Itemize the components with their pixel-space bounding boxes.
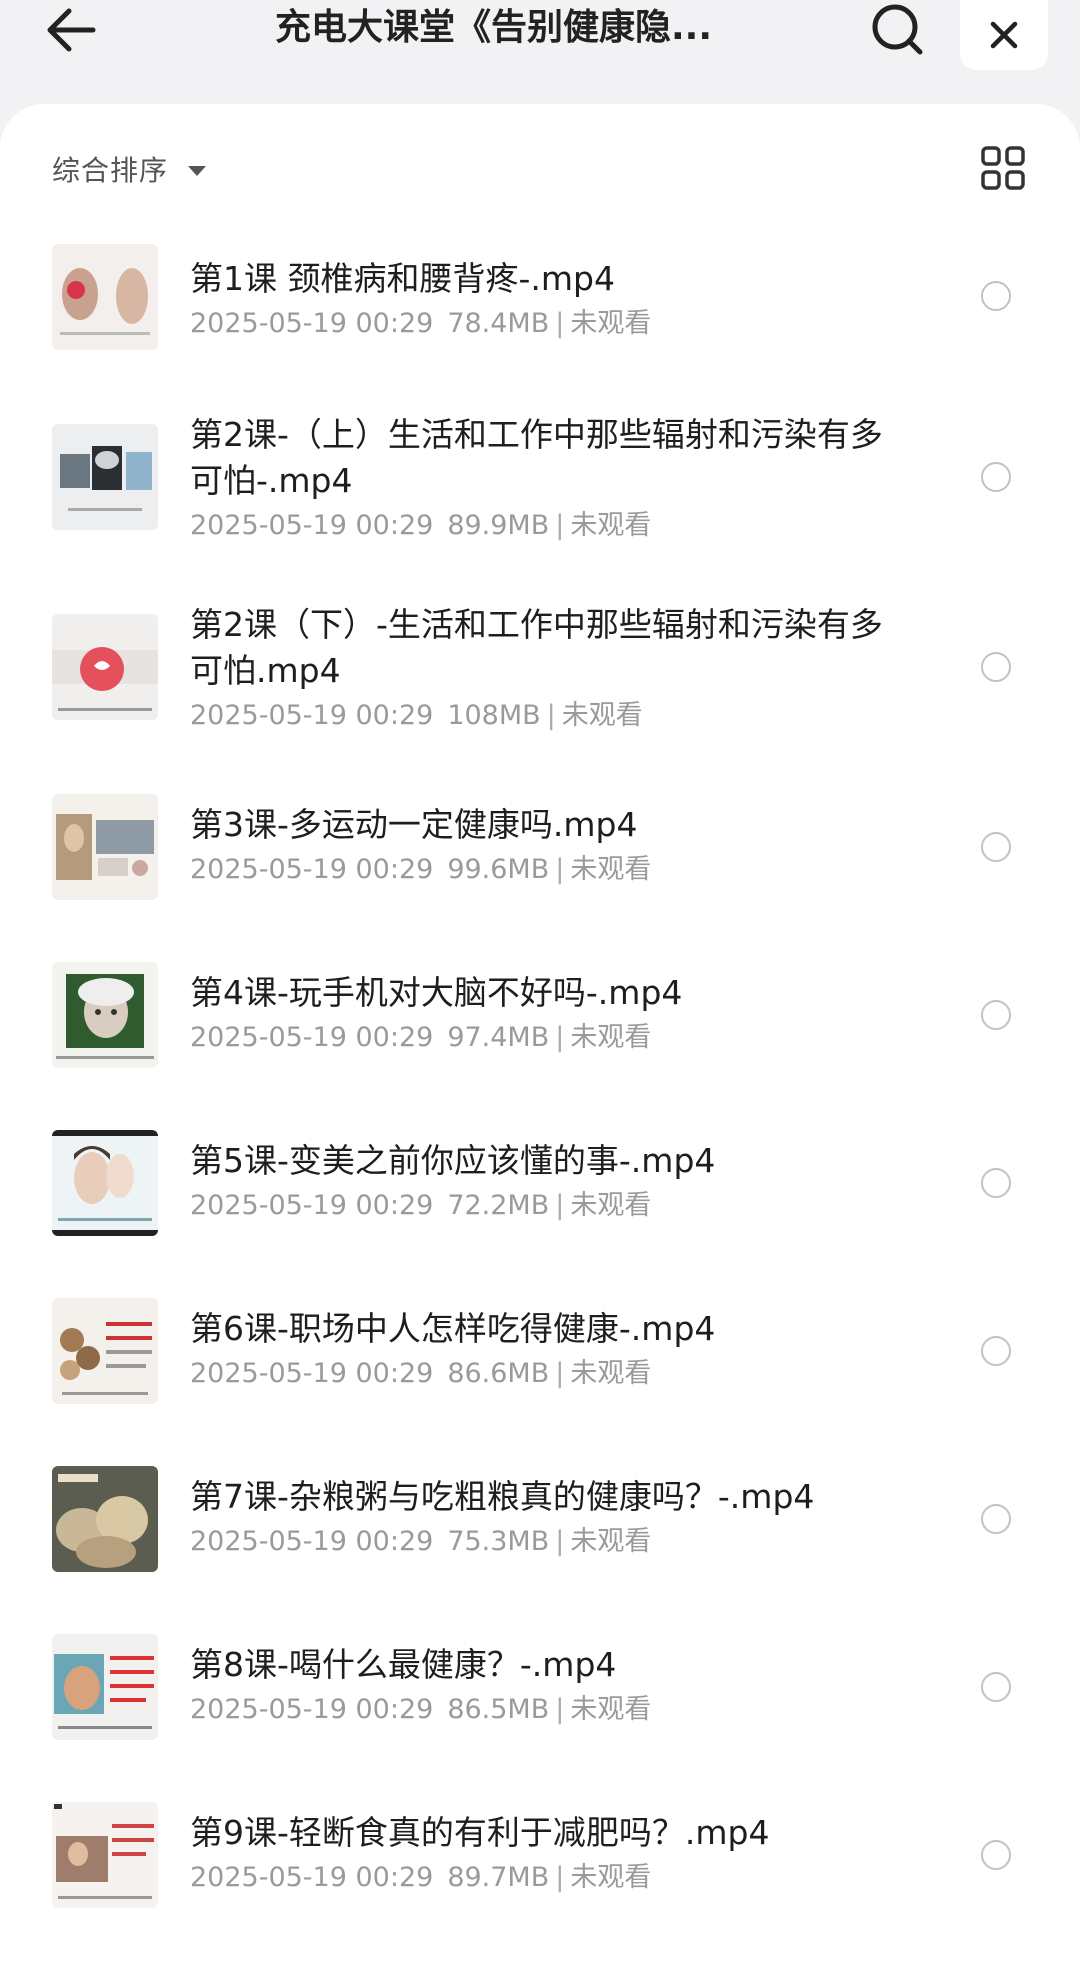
select-radio[interactable] — [981, 1840, 1011, 1870]
file-name: 第7课-杂粮粥与吃粗粮真的健康吗？-.mp4 — [190, 1477, 815, 1516]
watch-status: 未观看 — [570, 1694, 652, 1725]
file-size: 108MB — [447, 700, 541, 731]
file-size: 86.5MB — [447, 1694, 550, 1725]
grid-view-button[interactable] — [975, 140, 1031, 196]
file-name: 第4课-玩手机对大脑不好吗-.mp4 — [190, 973, 683, 1012]
file-meta: 2025-05-19 00:29 89.9MB | 未观看 — [190, 506, 890, 546]
file-date: 2025-05-19 00:29 — [190, 700, 434, 731]
meta-separator: | — [555, 308, 565, 339]
watch-status: 未观看 — [570, 308, 652, 339]
arrow-left-icon — [47, 8, 96, 52]
file-size: 75.3MB — [447, 1526, 550, 1557]
file-size: 86.6MB — [447, 1358, 550, 1389]
video-thumbnail — [52, 1130, 158, 1236]
video-thumbnail — [52, 614, 158, 720]
close-button[interactable] — [960, 0, 1048, 70]
meta-separator: | — [555, 854, 565, 885]
select-radio[interactable] — [981, 462, 1011, 492]
back-button[interactable] — [36, 0, 106, 60]
file-date: 2025-05-19 00:29 — [190, 308, 434, 339]
file-date: 2025-05-19 00:29 — [190, 1862, 434, 1893]
sort-dropdown[interactable]: 综合排序 — [52, 144, 207, 194]
caret-down-icon — [188, 166, 207, 176]
video-thumbnail — [52, 962, 158, 1068]
file-date: 2025-05-19 00:29 — [190, 1358, 434, 1389]
video-thumbnail — [52, 1634, 158, 1740]
watch-status: 未观看 — [570, 854, 652, 885]
video-thumbnail — [52, 424, 158, 530]
meta-separator: | — [555, 1526, 565, 1557]
file-meta: 2025-05-19 00:29 86.6MB | 未观看 — [190, 1354, 890, 1394]
file-date: 2025-05-19 00:29 — [190, 1526, 434, 1557]
select-radio[interactable] — [981, 832, 1011, 862]
file-meta: 2025-05-19 00:29 97.4MB | 未观看 — [190, 1018, 890, 1058]
search-button[interactable] — [865, 0, 931, 60]
file-date: 2025-05-19 00:29 — [190, 510, 434, 541]
file-date: 2025-05-19 00:29 — [190, 1190, 434, 1221]
file-date: 2025-05-19 00:29 — [190, 1022, 434, 1053]
watch-status: 未观看 — [561, 700, 643, 731]
file-name: 第1课 颈椎病和腰背疼-.mp4 — [190, 259, 615, 298]
file-name: 第2课（下）-生活和工作中那些辐射和污染有多可怕.mp4 — [190, 605, 883, 690]
select-radio[interactable] — [981, 1168, 1011, 1198]
close-icon — [990, 21, 1018, 49]
file-name: 第8课-喝什么最健康？-.mp4 — [190, 1645, 617, 1684]
select-radio[interactable] — [981, 1336, 1011, 1366]
file-name: 第2课-（上）生活和工作中那些辐射和污染有多可怕-.mp4 — [190, 415, 883, 500]
file-date: 2025-05-19 00:29 — [190, 854, 434, 885]
search-icon — [872, 4, 923, 55]
meta-separator: | — [555, 1022, 565, 1053]
sort-label: 综合排序 — [52, 154, 169, 187]
file-meta: 2025-05-19 00:29 99.6MB | 未观看 — [190, 850, 890, 890]
file-name: 第5课-变美之前你应该懂的事-.mp4 — [190, 1141, 716, 1180]
file-meta: 2025-05-19 00:29 89.7MB | 未观看 — [190, 1858, 890, 1898]
watch-status: 未观看 — [570, 1022, 652, 1053]
file-size: 78.4MB — [447, 308, 550, 339]
file-size: 72.2MB — [447, 1190, 550, 1221]
file-date: 2025-05-19 00:29 — [190, 1694, 434, 1725]
select-radio[interactable] — [981, 1504, 1011, 1534]
top-bar: 充电大课堂《告别健康隐... — [0, 0, 1080, 100]
file-size: 89.7MB — [447, 1862, 550, 1893]
file-size: 97.4MB — [447, 1022, 550, 1053]
page-title: 充电大课堂《告别健康隐... — [275, 7, 713, 48]
meta-separator: | — [546, 700, 556, 731]
select-radio[interactable] — [981, 1000, 1011, 1030]
meta-separator: | — [555, 1862, 565, 1893]
file-meta: 2025-05-19 00:29 108MB | 未观看 — [190, 696, 890, 736]
file-meta: 2025-05-19 00:29 72.2MB | 未观看 — [190, 1186, 890, 1226]
file-meta: 2025-05-19 00:29 86.5MB | 未观看 — [190, 1690, 890, 1730]
video-thumbnail — [52, 794, 158, 900]
select-radio[interactable] — [981, 1672, 1011, 1702]
watch-status: 未观看 — [570, 510, 652, 541]
grid-view-icon — [981, 146, 1025, 190]
file-name: 第9课-轻断食真的有利于减肥吗？.mp4 — [190, 1813, 770, 1852]
file-meta: 2025-05-19 00:29 78.4MB | 未观看 — [190, 304, 890, 344]
watch-status: 未观看 — [570, 1358, 652, 1389]
file-size: 89.9MB — [447, 510, 550, 541]
meta-separator: | — [555, 1694, 565, 1725]
meta-separator: | — [555, 510, 565, 541]
watch-status: 未观看 — [570, 1526, 652, 1557]
meta-separator: | — [555, 1358, 565, 1389]
watch-status: 未观看 — [570, 1190, 652, 1221]
video-thumbnail — [52, 244, 158, 350]
meta-separator: | — [555, 1190, 565, 1221]
select-radio[interactable] — [981, 652, 1011, 682]
file-size: 99.6MB — [447, 854, 550, 885]
file-meta: 2025-05-19 00:29 75.3MB | 未观看 — [190, 1522, 890, 1562]
video-thumbnail — [52, 1298, 158, 1404]
select-radio[interactable] — [981, 281, 1011, 311]
watch-status: 未观看 — [570, 1862, 652, 1893]
video-thumbnail — [52, 1802, 158, 1908]
file-name: 第6课-职场中人怎样吃得健康-.mp4 — [190, 1309, 716, 1348]
video-thumbnail — [52, 1466, 158, 1572]
file-name: 第3课-多运动一定健康吗.mp4 — [190, 805, 638, 844]
